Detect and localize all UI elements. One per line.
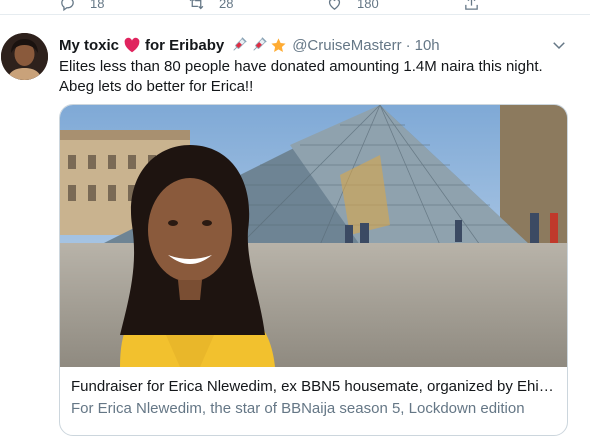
author-name-suffix[interactable]: for Eribaby [145, 37, 224, 54]
tweet-header: My toxic for Eribaby @CruiseMasterr · 10… [59, 35, 579, 55]
card-description: For Erica Nlewedim, the star of BBNaija … [71, 400, 525, 417]
retweet-count: 28 [219, 0, 234, 11]
card-title[interactable]: Fundraiser for Erica Nlewedim, ex BBN5 h… [71, 377, 561, 397]
like-icon [328, 0, 341, 10]
author-name[interactable]: My toxic [59, 37, 119, 54]
reply-icon [61, 0, 74, 12]
share-icon [465, 0, 478, 10]
reply-action[interactable]: 18 [59, 0, 104, 12]
like-action[interactable]: 180 [326, 0, 379, 12]
star-icon [270, 37, 287, 54]
share-action[interactable] [463, 0, 494, 12]
syringe-icon [230, 36, 248, 54]
retweet-icon [189, 0, 204, 10]
tweet-text: Elites less than 80 people have donated … [59, 58, 543, 95]
separator-dot: · [405, 36, 411, 54]
red-heart-icon [123, 37, 141, 53]
retweet-action[interactable]: 28 [188, 0, 233, 12]
avatar[interactable] [1, 33, 48, 80]
link-card[interactable]: Fundraiser for Erica Nlewedim, ex BBN5 h… [59, 104, 568, 436]
card-image [60, 105, 567, 367]
chevron-down-icon[interactable] [550, 36, 568, 54]
author-handle[interactable]: @CruiseMasterr [292, 37, 401, 54]
previous-tweet-action-bar: 18 28 180 [0, 0, 590, 15]
tweet-timestamp[interactable]: 10h [415, 37, 440, 54]
syringe-icon [250, 36, 268, 54]
tweet[interactable]: My toxic for Eribaby @CruiseMasterr · 10… [0, 15, 590, 436]
reply-count: 18 [90, 0, 105, 11]
like-count: 180 [357, 0, 379, 11]
